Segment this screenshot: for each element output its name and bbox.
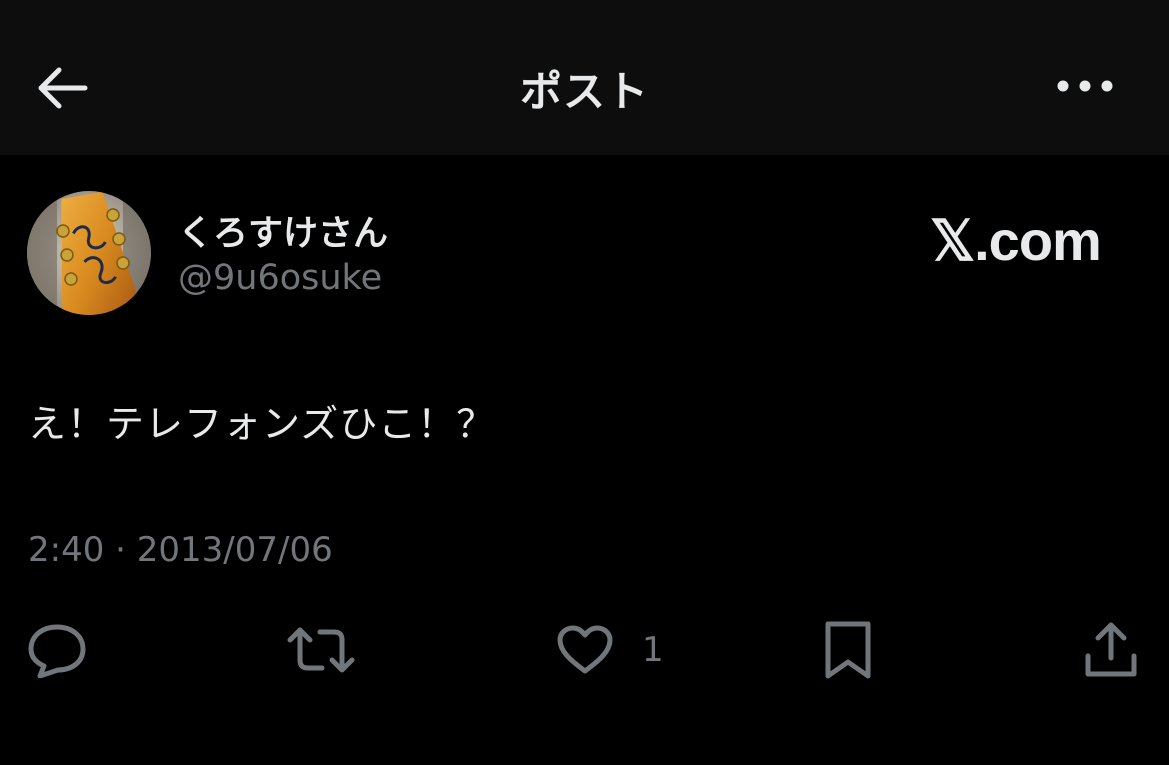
reply-button[interactable]: [26, 620, 88, 680]
author-handle[interactable]: @9u6osuke: [178, 258, 382, 298]
repost-button[interactable]: [286, 620, 356, 680]
share-upload-icon: [1082, 620, 1140, 680]
like-button[interactable]: 1: [556, 620, 664, 680]
bookmark-icon: [822, 620, 874, 680]
share-button[interactable]: [1082, 620, 1140, 680]
post-detail-page: ポスト くろすけさん @9u6osuke 𝕏.com え！テレフォンズひこ！？ …: [0, 0, 1169, 765]
author-display-name[interactable]: くろすけさん: [178, 205, 388, 256]
avatar-guitar-headstock-image: [27, 191, 151, 315]
reply-bubble-icon: [26, 622, 88, 678]
page-title: ポスト: [519, 67, 649, 116]
avatar[interactable]: [27, 191, 151, 315]
more-horizontal-icon: [1055, 76, 1115, 100]
source-label: 𝕏.com: [930, 209, 1102, 272]
repost-icon: [286, 622, 356, 678]
heart-icon: [556, 624, 614, 676]
like-count: 1: [642, 630, 664, 670]
post-timestamp[interactable]: 2:40 · 2013/07/06: [28, 530, 333, 570]
top-navigation-bar: ポスト: [0, 0, 1169, 155]
post-text: え！テレフォンズひこ！？: [28, 402, 496, 446]
bookmark-button[interactable]: [822, 620, 874, 680]
more-options-button[interactable]: [1052, 70, 1118, 106]
